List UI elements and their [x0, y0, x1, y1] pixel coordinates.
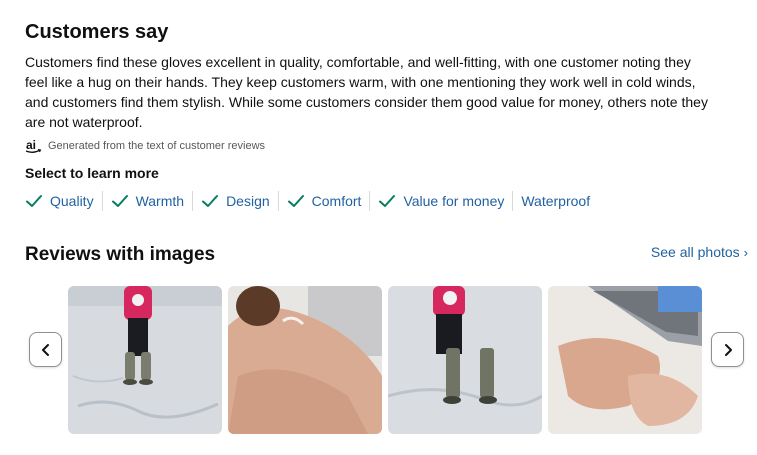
- aspect-comfort[interactable]: Comfort: [287, 190, 362, 212]
- chevron-left-icon: [41, 343, 49, 356]
- carousel-next-button[interactable]: [711, 332, 744, 367]
- select-to-learn-label: Select to learn more: [25, 165, 159, 181]
- aspect-label: Warmth: [135, 193, 185, 209]
- checkmark-icon: [111, 195, 128, 207]
- divider: [101, 191, 103, 211]
- aspect-label: Comfort: [311, 193, 362, 209]
- glove-closeup-photo: [228, 286, 382, 434]
- ai-icon: ai: [25, 138, 43, 154]
- chevron-right-icon: [724, 343, 732, 356]
- review-image-1[interactable]: [68, 286, 222, 434]
- checkmark-icon: [379, 195, 396, 207]
- carousel-prev-button[interactable]: [29, 332, 62, 367]
- checkmark-icon: [202, 195, 219, 207]
- ai-note-text: Generated from the text of customer revi…: [48, 140, 266, 152]
- divider: [192, 191, 194, 211]
- checkmark-icon: [26, 195, 42, 207]
- review-image-4[interactable]: [548, 286, 702, 434]
- svg-text:ai: ai: [26, 138, 36, 152]
- see-all-photos-link[interactable]: See all photos ›: [651, 244, 748, 260]
- checkmark-icon: [287, 195, 304, 207]
- aspect-filter-list: Quality Warmth Design Comfort Value for …: [25, 190, 590, 212]
- aspect-label: Design: [226, 193, 270, 209]
- aspect-quality[interactable]: Quality: [25, 190, 94, 212]
- divider: [512, 191, 514, 211]
- see-all-label: See all photos: [650, 244, 740, 260]
- chevron-right-icon: ›: [743, 244, 748, 260]
- divider: [277, 191, 279, 211]
- aspect-waterproof[interactable]: Waterproof: [521, 190, 590, 212]
- child-in-snow-photo: [388, 286, 542, 434]
- aspect-label: Value for money: [403, 193, 505, 209]
- child-in-snow-photo: [68, 286, 222, 434]
- divider: [369, 191, 371, 211]
- aspect-label: Waterproof: [521, 193, 591, 209]
- aspect-design[interactable]: Design: [201, 190, 270, 212]
- gloves-on-laptop-photo: [548, 286, 702, 434]
- review-summary-text: Customers find these gloves excellent in…: [25, 54, 708, 130]
- ai-generated-note: ai Generated from the text of customer r…: [25, 137, 265, 155]
- customers-say-title: Customers say: [25, 21, 169, 43]
- reviews-with-images-title: Reviews with images: [25, 244, 216, 265]
- aspect-warmth[interactable]: Warmth: [111, 190, 184, 212]
- review-image-3[interactable]: [388, 286, 542, 434]
- aspect-value-for-money[interactable]: Value for money: [378, 190, 504, 212]
- aspect-label: Quality: [50, 193, 94, 209]
- review-image-2[interactable]: [228, 286, 382, 434]
